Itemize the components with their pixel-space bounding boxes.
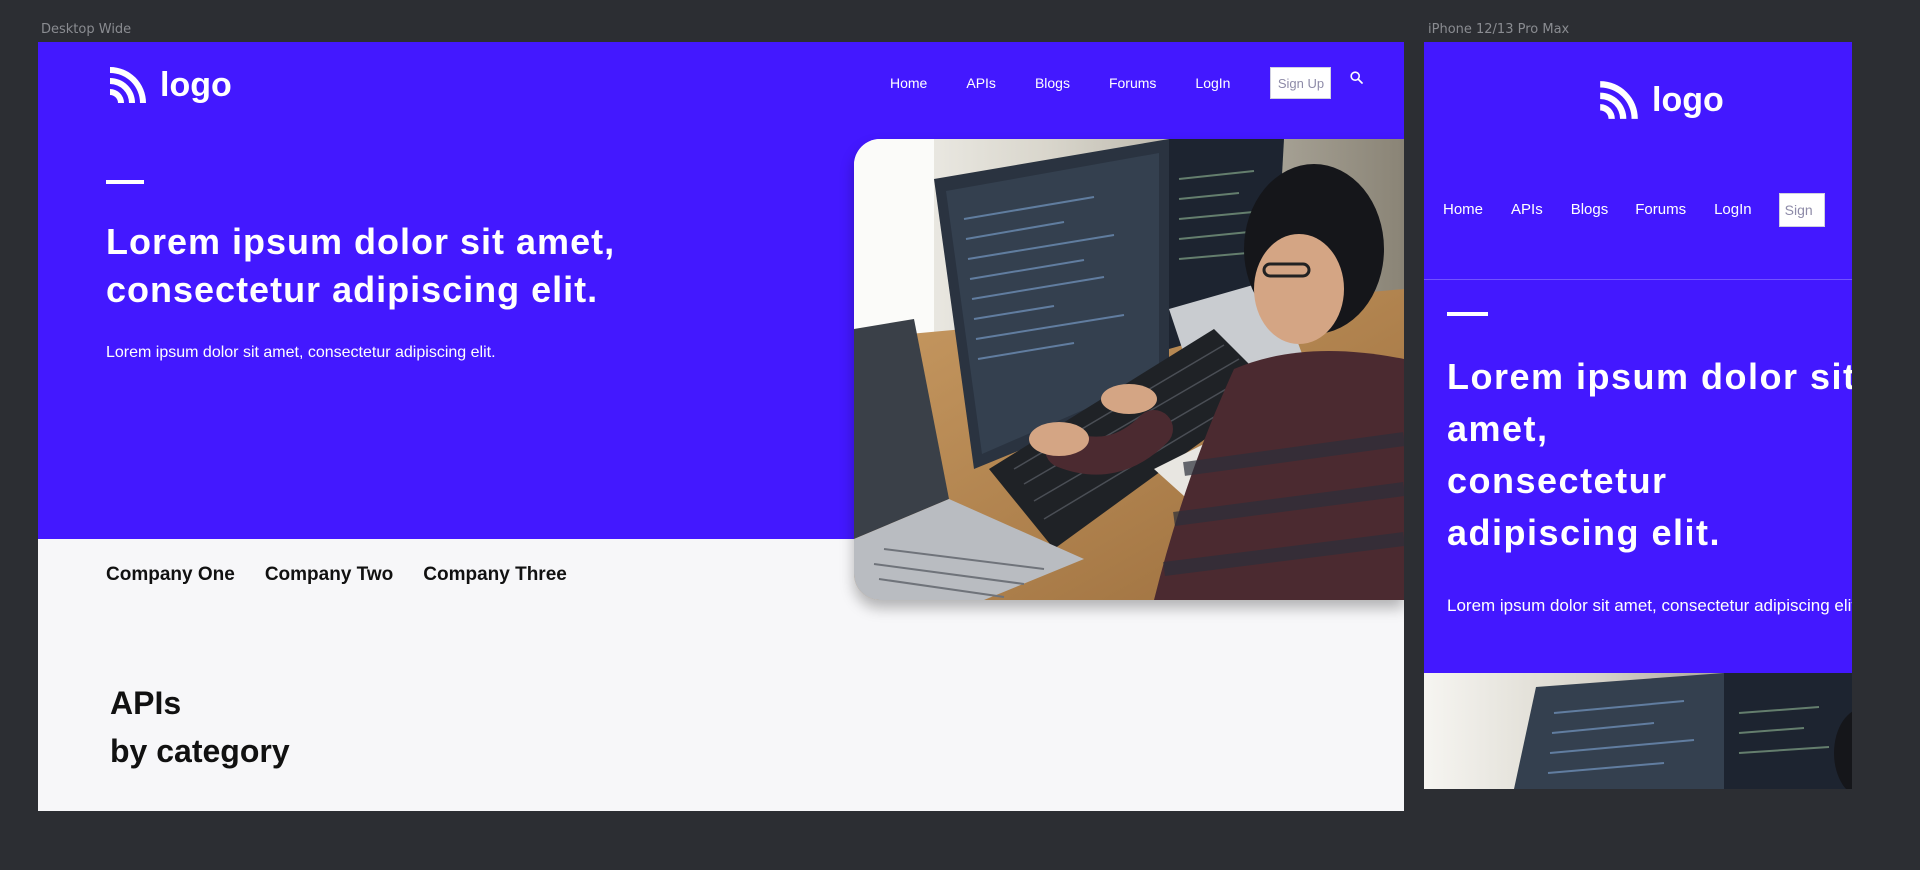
hero-title-line2: consectetur adipiscing elit. <box>106 269 599 310</box>
signup-button[interactable]: Sign Up <box>1778 193 1825 227</box>
nav-blogs[interactable]: Blogs <box>1035 75 1070 91</box>
apis-section-heading: APIs by category <box>110 679 290 775</box>
desktop-frame-label: Desktop Wide <box>41 22 132 37</box>
mobile-nav: Home APIs Blogs Forums LogIn Sign Up <box>1424 193 1852 280</box>
mobile-hero-title-line4: adipiscing elit. <box>1447 512 1722 553</box>
nav-apis[interactable]: APIs <box>1511 201 1543 218</box>
logo-text: logo <box>1652 80 1724 119</box>
nav-apis[interactable]: APIs <box>966 75 996 91</box>
logo[interactable]: logo <box>106 63 232 107</box>
company-three: Company Three <box>423 564 567 585</box>
mobile-hero-title-line2: amet, <box>1447 408 1549 449</box>
nav-blogs[interactable]: Blogs <box>1571 201 1609 218</box>
search-icon[interactable] <box>1350 71 1364 89</box>
logo-icon <box>1600 81 1638 119</box>
hero-title: Lorem ipsum dolor sit amet, consectetur … <box>106 218 666 314</box>
nav-login[interactable]: LogIn <box>1714 201 1752 218</box>
nav-home[interactable]: Home <box>1443 201 1483 218</box>
mobile-logo[interactable]: logo <box>1596 77 1724 123</box>
logo-icon <box>110 67 146 103</box>
hero-subtitle: Lorem ipsum dolor sit amet, consectetur … <box>106 344 496 361</box>
mobile-frame-label: iPhone 12/13 Pro Max <box>1428 22 1570 37</box>
desktop-nav: Home APIs Blogs Forums LogIn Sign Up <box>890 67 1364 99</box>
apis-heading-line1: APIs <box>110 685 182 721</box>
desktop-frame: logo Home APIs Blogs Forums LogIn Sign U… <box>38 42 1404 811</box>
apis-heading-line2: by category <box>110 733 290 769</box>
hero-title-line1: Lorem ipsum dolor sit amet, <box>106 221 616 262</box>
mobile-hero-subtitle: Lorem ipsum dolor sit amet, consectetur … <box>1447 596 1852 615</box>
nav-forums[interactable]: Forums <box>1109 75 1156 91</box>
hero-accent-dash <box>106 180 144 184</box>
hero-accent-dash <box>1447 312 1488 316</box>
nav-home[interactable]: Home <box>890 75 927 91</box>
mobile-hero-title-line1: Lorem ipsum dolor sit <box>1447 356 1852 397</box>
company-two: Company Two <box>264 564 394 585</box>
signup-button[interactable]: Sign Up <box>1270 67 1332 99</box>
company-logos: Company One Company Two Company Three <box>106 564 567 586</box>
logo-text: logo <box>160 65 232 104</box>
company-one: Company One <box>106 564 235 585</box>
mobile-hero-title: Lorem ipsum dolor sit amet, consectetur … <box>1447 351 1852 559</box>
mobile-hero-photo <box>1424 673 1852 789</box>
nav-login[interactable]: LogIn <box>1195 75 1230 91</box>
nav-forums[interactable]: Forums <box>1635 201 1686 218</box>
hero-photo <box>854 139 1404 600</box>
mobile-frame: logo Home APIs Blogs Forums LogIn Sign U… <box>1424 42 1852 789</box>
mobile-hero-title-line3: consectetur <box>1447 460 1668 501</box>
